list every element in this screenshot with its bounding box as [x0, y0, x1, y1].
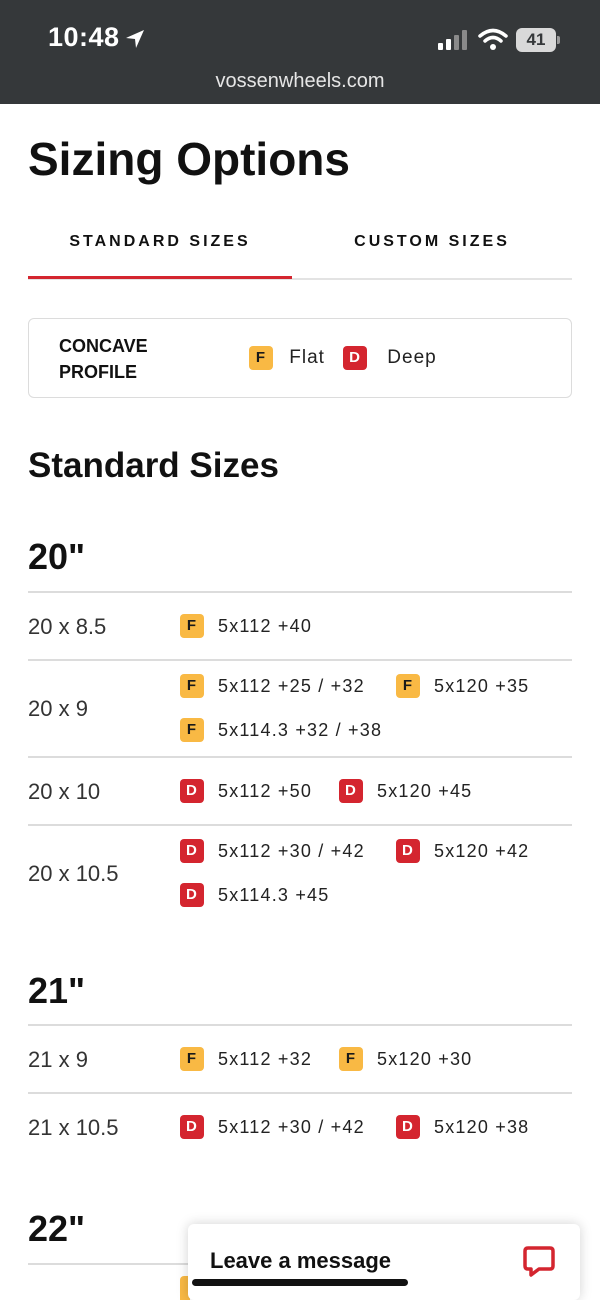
divider: [28, 591, 572, 593]
size-spec: D 5x112 +30 / +42: [180, 839, 365, 864]
flat-badge-icon: F: [396, 674, 420, 699]
flat-badge-icon: F: [339, 1047, 363, 1072]
size-spec: D 5x120 +38: [396, 1115, 529, 1140]
size-spec: F 5x112 +25 / +32: [180, 674, 365, 699]
bolt-offset-text: 5x120 +35: [434, 676, 530, 696]
deep-badge-icon: D: [180, 839, 204, 864]
location-arrow-icon: [126, 30, 144, 48]
size-label: 20 x 9: [28, 696, 88, 721]
size-label: 20 x 8.5: [28, 614, 107, 639]
deep-badge-icon: D: [180, 883, 204, 908]
group-heading-22: 22": [28, 1208, 86, 1249]
size-spec: F 5x120 +35: [396, 674, 529, 699]
deep-badge-icon: D: [396, 839, 420, 864]
size-spec: F 5x114.3 +32 / +38: [180, 718, 382, 743]
legend-item-flat: F Flat: [249, 345, 325, 371]
bolt-offset-text: 5x112 +40: [218, 616, 313, 636]
tab-custom-sizes[interactable]: CUSTOM SIZES: [292, 220, 572, 280]
bolt-offset-text: 5x120 +45: [377, 781, 473, 801]
size-spec: F 5x112 +40: [180, 614, 312, 639]
section-title: Standard Sizes: [28, 446, 279, 485]
divider: [28, 659, 572, 661]
flat-badge-icon: F: [180, 674, 204, 699]
deep-badge-icon: D: [396, 1115, 420, 1140]
group-heading-21: 21": [28, 970, 86, 1011]
size-spec: D 5x112 +30 / +42: [180, 1115, 365, 1140]
group-heading-20: 20": [28, 536, 86, 577]
flat-badge-icon: F: [180, 1047, 204, 1072]
size-spec: D 5x120 +45: [339, 779, 472, 804]
wifi-icon: [478, 28, 508, 50]
size-spec: D 5x114.3 +45: [180, 883, 329, 908]
divider: [28, 756, 572, 758]
cellular-signal-icon: [438, 30, 467, 50]
bolt-offset-text: 5x120 +42: [434, 841, 530, 861]
legend-item-deep: D Deep: [343, 345, 437, 371]
size-label: 20 x 10: [28, 779, 101, 804]
deep-badge-icon: D: [180, 1115, 204, 1140]
chat-label: Leave a message: [210, 1248, 392, 1273]
deep-badge-icon: D: [339, 779, 363, 804]
legend-label-deep: Deep: [387, 347, 437, 368]
bolt-offset-text: 5x112 +30 / +42: [218, 841, 365, 861]
flat-badge-icon: F: [180, 614, 204, 639]
leave-message-widget[interactable]: Leave a message: [188, 1224, 580, 1300]
page-title: Sizing Options: [28, 133, 350, 185]
status-time: 10:48: [48, 22, 120, 52]
divider: [28, 1092, 572, 1094]
flat-badge-icon: F: [249, 345, 273, 370]
divider: [28, 1024, 572, 1026]
sizing-tabs: STANDARD SIZES CUSTOM SIZES: [28, 220, 572, 280]
bolt-offset-text: 5x114.3 +32 / +38: [218, 720, 383, 740]
flat-badge-icon: F: [180, 718, 204, 743]
bolt-offset-text: 5x112 +25 / +32: [218, 676, 365, 696]
bolt-offset-text: 5x112 +32: [218, 1049, 313, 1069]
bolt-offset-text: 5x114.3 +45: [218, 885, 330, 905]
legend-title: CONCAVE PROFILE: [59, 336, 148, 382]
status-bar: 10:48 41 vossenwheels.com: [0, 0, 600, 104]
size-spec: D 5x120 +42: [396, 839, 529, 864]
size-spec: F 5x112 +32: [180, 1047, 312, 1072]
concave-profile-legend: CONCAVE PROFILE F Flat D Deep: [28, 318, 572, 398]
url-bar[interactable]: vossenwheels.com: [0, 70, 600, 93]
bolt-offset-text: 5x120 +30: [377, 1049, 473, 1069]
tab-standard-sizes[interactable]: STANDARD SIZES: [28, 220, 292, 280]
size-label: 21 x 10.5: [28, 1115, 119, 1140]
size-spec: D 5x112 +50: [180, 779, 312, 804]
deep-badge-icon: D: [343, 345, 367, 370]
size-label: 20 x 10.5: [28, 861, 119, 886]
size-label: 21 x 9: [28, 1047, 88, 1072]
deep-badge-icon: D: [180, 779, 204, 804]
active-tab-indicator: [28, 276, 292, 279]
battery-level: 41: [516, 28, 556, 52]
battery-icon: 41: [516, 28, 560, 52]
size-spec: F 5x120 +30: [339, 1047, 472, 1072]
bolt-offset-text: 5x120 +38: [434, 1117, 530, 1137]
home-indicator: [192, 1279, 408, 1286]
chat-bubble-icon[interactable]: [522, 1244, 556, 1278]
divider: [28, 824, 572, 826]
bolt-offset-text: 5x112 +50: [218, 781, 313, 801]
bolt-offset-text: 5x112 +30 / +42: [218, 1117, 365, 1137]
legend-label-flat: Flat: [289, 347, 325, 368]
